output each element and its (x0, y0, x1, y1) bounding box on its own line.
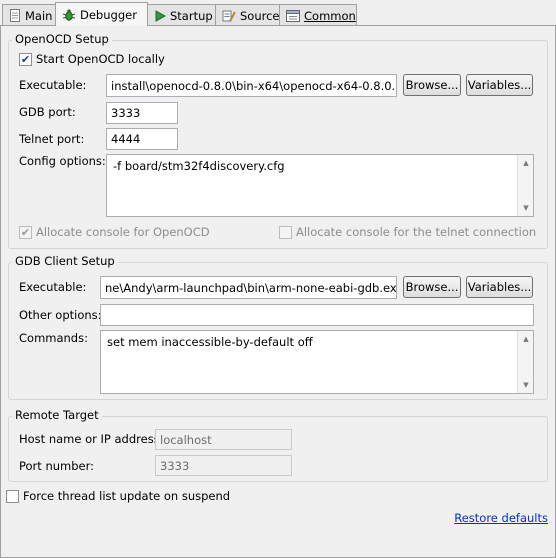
host-input[interactable]: localhost (155, 429, 292, 450)
port-number-input[interactable]: 3333 (155, 455, 292, 476)
telnet-port-label: Telnet port: (19, 132, 85, 146)
config-options-textarea[interactable]: -f board/stm32f4discovery.cfg ▲ ▼ (106, 154, 534, 217)
gdb-variables-button[interactable]: Variables... (466, 276, 533, 298)
force-thread-update-label: Force thread list update on suspend (23, 489, 231, 503)
config-options-text: -f board/stm32f4discovery.cfg (113, 159, 285, 173)
openocd-executable-label: Executable: (19, 78, 87, 92)
openocd-executable-input[interactable]: install\openocd-0.8.0\bin-x64\openocd-x6… (106, 74, 397, 97)
commands-text: set mem inaccessible-by-default off (107, 335, 313, 349)
common-tab-icon (286, 9, 300, 23)
play-icon (154, 9, 166, 23)
bug-icon (62, 8, 76, 22)
tab-strip: Main Debugger Startup Source Common (0, 0, 556, 26)
tab-source-label: Source (240, 8, 280, 23)
gdb-port-label: GDB port: (19, 105, 76, 119)
host-label: Host name or IP address: (19, 432, 164, 446)
port-number-label: Port number: (19, 459, 95, 473)
commands-scrollbar[interactable]: ▲ ▼ (517, 331, 533, 393)
tab-debugger[interactable]: Debugger (55, 2, 148, 26)
tab-common[interactable]: Common (279, 4, 357, 26)
other-options-label: Other options: (19, 308, 102, 322)
scroll-up-icon[interactable]: ▲ (518, 156, 534, 170)
gdb-client-group-title: GDB Client Setup (12, 254, 118, 268)
scroll-down-icon[interactable]: ▼ (518, 378, 534, 392)
tab-debugger-label: Debugger (80, 7, 137, 22)
gdb-executable-label: Executable: (19, 280, 87, 294)
commands-label: Commands: (19, 331, 88, 345)
tab-startup[interactable]: Startup (147, 4, 216, 26)
tab-startup-label: Startup (170, 8, 213, 23)
config-options-scrollbar[interactable]: ▲ ▼ (517, 155, 533, 216)
allocate-console-telnet-checkbox[interactable]: Allocate console for the telnet connecti… (279, 225, 536, 239)
gdb-executable-input[interactable]: ne\Andy\arm-launchpad\bin\arm-none-eabi-… (100, 276, 397, 299)
tab-main[interactable]: Main (2, 4, 56, 26)
openocd-variables-button[interactable]: Variables... (466, 74, 533, 96)
main-tab-icon (9, 9, 21, 23)
commands-textarea[interactable]: set mem inaccessible-by-default off ▲ ▼ (100, 330, 534, 394)
telnet-port-input[interactable]: 4444 (106, 128, 178, 150)
openocd-group-title: OpenOCD Setup (12, 32, 112, 46)
start-openocd-label: Start OpenOCD locally (36, 52, 165, 66)
force-thread-update-checkbox[interactable]: Force thread list update on suspend (6, 489, 230, 503)
openocd-browse-button[interactable]: Browse... (403, 74, 461, 96)
tab-main-label: Main (25, 8, 53, 23)
tab-common-label: Common (304, 8, 356, 23)
remote-target-group-title: Remote Target (12, 408, 102, 422)
check-icon: ✔ (19, 225, 32, 239)
allocate-console-telnet-label: Allocate console for the telnet connecti… (296, 225, 537, 239)
tab-source[interactable]: Source (215, 4, 280, 26)
start-openocd-checkbox[interactable]: ✔ Start OpenOCD locally (19, 52, 165, 66)
openocd-group (8, 40, 548, 249)
scroll-down-icon[interactable]: ▼ (518, 201, 534, 215)
gdb-port-input[interactable]: 3333 (106, 102, 178, 124)
scroll-up-icon[interactable]: ▲ (518, 332, 534, 346)
other-options-input[interactable] (100, 304, 534, 326)
allocate-console-openocd-label: Allocate console for OpenOCD (36, 225, 210, 239)
restore-defaults-link[interactable]: Restore defaults (454, 511, 548, 525)
config-options-label: Config options: (19, 154, 106, 168)
allocate-console-openocd-checkbox[interactable]: ✔ Allocate console for OpenOCD (19, 225, 210, 239)
source-tab-icon (222, 9, 236, 23)
check-icon: ✔ (19, 52, 32, 66)
gdb-browse-button[interactable]: Browse... (403, 276, 461, 298)
